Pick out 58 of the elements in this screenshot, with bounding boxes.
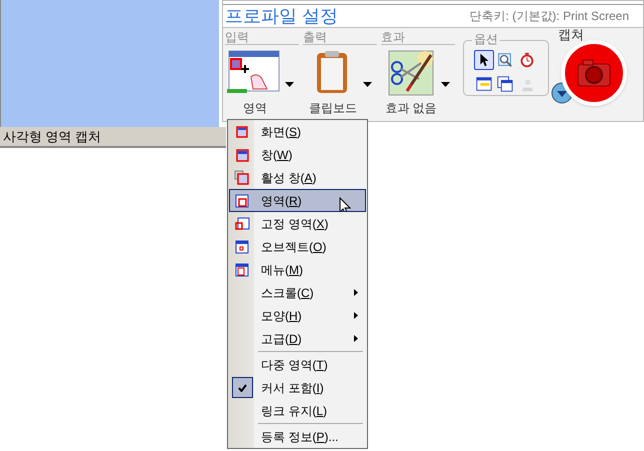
fixed-region-icon (234, 216, 250, 232)
menu-item-label: 오브젝트(O) (261, 238, 328, 256)
submenu-arrow-icon (354, 335, 358, 342)
dropdown-arrow-icon[interactable] (363, 82, 372, 87)
menu-item-label: 창(W) (261, 146, 294, 164)
shortcut-text: 단축키: (기본값): Print Screen (470, 8, 630, 25)
menu-item-label: 스크롤(C) (261, 284, 315, 302)
menu-item-label: 화면(S) (261, 124, 302, 140)
menu-item[interactable]: 화면(S) (229, 120, 366, 143)
menu-item-label: 링크 유지(L) (261, 402, 328, 420)
input-button[interactable]: 영역 (225, 49, 285, 117)
menu-item-label: 커서 포함(I) (261, 380, 325, 396)
menu-item-label: 등록 정보(P)... (261, 428, 340, 446)
camera-icon (577, 59, 611, 87)
menu-item[interactable]: 오브젝트(O) (229, 235, 366, 258)
dropdown-arrow-icon[interactable] (285, 82, 294, 87)
menu-item-label: 다중 영역(T) (261, 356, 329, 374)
menu-item[interactable]: 활성 창(A) (229, 166, 366, 189)
menu-item-label: 모양(H) (261, 308, 303, 324)
window-icon (234, 146, 250, 162)
output-button[interactable]: 클립보드 (303, 49, 363, 117)
menu-item-label: 고정 영역(X) (261, 216, 330, 232)
menu-item[interactable]: 영역(R) (229, 189, 366, 212)
mouse-cursor-icon (339, 196, 351, 211)
menu-item[interactable]: 창(W) (229, 143, 366, 166)
menu-item[interactable]: 모양(H) (229, 304, 366, 327)
group-label: 입력 (225, 31, 299, 45)
menu-item-label: 고급(D) (261, 330, 303, 348)
region-icon (234, 192, 250, 208)
profile-title: 프로파일 설정 (225, 7, 338, 25)
dropdown-arrow-icon[interactable] (441, 82, 450, 87)
capture-label: 캡쳐 (558, 28, 584, 42)
options-label: 옵션 (472, 33, 500, 46)
menu-icon (234, 262, 250, 278)
submenu-arrow-icon (354, 312, 358, 319)
menu-item[interactable]: 링크 유지(L) (229, 399, 366, 422)
active-window-icon (234, 170, 250, 186)
menu-item-label: 메뉴(M) (261, 262, 304, 278)
pointer-icon[interactable] (474, 50, 494, 70)
status-bar: 사각형 영역 캡처 (0, 127, 226, 148)
windows-icon[interactable] (495, 74, 516, 94)
menu-item[interactable]: 등록 정보(P)... (229, 425, 366, 448)
group-label: 효과 (381, 31, 455, 45)
submenu-arrow-icon (354, 289, 358, 296)
scissors-brush-icon (387, 49, 435, 97)
menu-item[interactable]: 메뉴(M) (229, 258, 366, 281)
menu-item-label: 영역(R) (261, 192, 303, 210)
menu-item[interactable]: 고급(D) (229, 327, 366, 350)
effect-button[interactable]: 효과 없음 (381, 49, 441, 117)
object-icon (234, 238, 250, 254)
menu-item-label: 활성 창(A) (261, 170, 318, 186)
menu-item[interactable]: 스크롤(C) (229, 281, 366, 304)
menu-item[interactable]: 고정 영역(X) (229, 212, 366, 235)
capture-button[interactable] (561, 40, 627, 106)
screen-icon (234, 124, 250, 140)
group-label: 출력 (303, 31, 377, 45)
menu-item[interactable]: 다중 영역(T) (229, 353, 366, 376)
menu-item[interactable]: 커서 포함(I) (229, 376, 366, 399)
